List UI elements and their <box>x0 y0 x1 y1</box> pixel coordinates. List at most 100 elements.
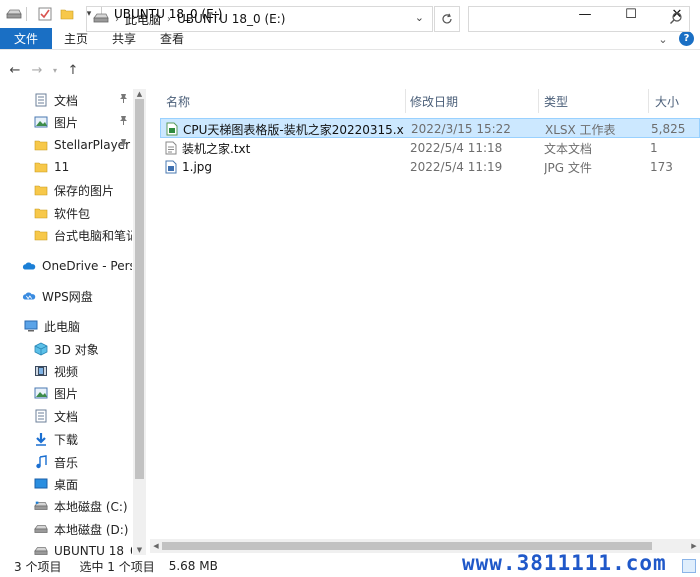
sidebar-item-label: 本地磁盘 (C:) <box>54 499 128 514</box>
file-size: 173 <box>650 158 700 176</box>
xlsx-file-icon <box>166 122 178 136</box>
navigation-bar: ← → ▾ ↑ <box>0 51 700 89</box>
sidebar-item[interactable]: 图片 <box>0 111 132 133</box>
column-header-date[interactable]: 修改日期 <box>410 89 538 113</box>
sidebar-item[interactable]: 3D 对象 <box>0 338 132 360</box>
breadcrumb-drive[interactable]: UBUNTU 18_0 (E:) <box>177 12 285 26</box>
sidebar-item-label: 下载 <box>54 432 79 447</box>
file-name: 1.jpg <box>182 160 213 174</box>
sidebar-item[interactable]: 台式电脑和笔记 <box>0 224 132 246</box>
sidebar-item[interactable]: OneDrive - Perso <box>0 255 132 277</box>
sidebar-item-label: 文档 <box>54 93 79 108</box>
column-header-size[interactable]: 大小 <box>655 89 700 113</box>
properties-icon[interactable] <box>37 6 53 22</box>
pin-icon <box>119 115 128 128</box>
column-divider[interactable] <box>648 89 649 113</box>
sidebar-item[interactable]: 保存的图片 <box>0 179 132 201</box>
onedrive-icon <box>22 259 36 273</box>
file-name: 装机之家.txt <box>182 141 251 156</box>
image-file-icon <box>165 160 177 174</box>
chevron-right-icon[interactable]: › <box>167 14 171 25</box>
documents-icon <box>34 93 48 107</box>
sidebar-item[interactable]: UBUNTU 18_0 ( <box>0 540 132 555</box>
sidebar-item[interactable]: 本地磁盘 (C:) <box>0 495 132 517</box>
sidebar-item[interactable]: WPS网盘 <box>0 285 132 307</box>
sidebar-item[interactable]: 桌面 <box>0 473 132 495</box>
forward-arrow-icon[interactable]: → <box>26 59 48 81</box>
watermark: www.3811111.com <box>462 551 667 575</box>
file-size-value: 5,825 <box>651 122 686 136</box>
scrollbar-thumb[interactable] <box>135 99 144 479</box>
file-name-cell: 1.jpg <box>165 158 403 176</box>
3d-objects-icon <box>34 342 48 356</box>
sidebar-item[interactable]: 本地磁盘 (D:) <box>0 518 132 540</box>
sidebar-item[interactable]: 11 <box>0 156 132 178</box>
folder-icon <box>34 183 48 197</box>
sidebar-item-label: 此电脑 <box>44 319 81 334</box>
column-header-type[interactable]: 类型 <box>544 89 648 113</box>
chevron-down-icon[interactable]: ⌄ <box>415 11 424 24</box>
drive-icon <box>6 6 22 22</box>
scroll-right-icon[interactable]: ▶ <box>688 539 700 553</box>
videos-icon <box>34 364 48 378</box>
file-name-cell: CPU天梯图表格版-装机之家20220315.x... <box>166 120 404 138</box>
pin-icon <box>119 93 128 106</box>
status-selection: 选中 1 个项目 <box>79 559 155 574</box>
chevron-right-icon[interactable]: › <box>115 14 119 25</box>
file-type: 文本文档 <box>544 141 593 156</box>
column-divider[interactable] <box>538 89 539 113</box>
sidebar-item[interactable]: 文档 <box>0 89 132 111</box>
refresh-button[interactable] <box>434 6 460 32</box>
file-type: JPG 文件 <box>544 160 592 175</box>
windows-drive-icon <box>34 499 48 513</box>
file-row[interactable]: CPU天梯图表格版-装机之家20220315.x... 2022/3/15 15:… <box>160 118 700 138</box>
folder-icon <box>34 160 48 174</box>
folder-icon <box>34 138 48 152</box>
file-row[interactable]: 装机之家.txt 2022/5/4 11:18 文本文档 1 <box>160 138 700 158</box>
text-file-icon <box>165 141 177 155</box>
folder-icon <box>34 206 48 220</box>
file-name: CPU天梯图表格版-装机之家20220315.x... <box>183 122 404 137</box>
column-header-name[interactable]: 名称 <box>166 89 406 113</box>
address-bar[interactable]: › 此电脑 › UBUNTU 18_0 (E:) ⌄ <box>86 6 433 32</box>
sidebar-item[interactable]: 软件包 <box>0 202 132 224</box>
sidebar-item[interactable]: 音乐 <box>0 451 132 473</box>
tab-file[interactable]: 文件 <box>0 28 52 49</box>
details-view-icon[interactable] <box>682 559 696 573</box>
downloads-icon <box>34 432 48 446</box>
sidebar-item-label: 台式电脑和笔记 <box>54 228 132 243</box>
sidebar-item[interactable]: 此电脑 <box>0 315 132 337</box>
file-size-value: 1 <box>650 141 658 155</box>
column-divider[interactable] <box>405 89 406 113</box>
sidebar-item-label: 3D 对象 <box>54 342 99 357</box>
sidebar-item[interactable]: 图片 <box>0 382 132 404</box>
file-date: 2022/5/4 11:19 <box>410 160 503 174</box>
folder-icon <box>34 228 48 242</box>
back-arrow-icon[interactable]: ← <box>4 59 26 81</box>
sidebar-item-label: 本地磁盘 (D:) <box>54 522 129 537</box>
sidebar-item[interactable]: 视频 <box>0 360 132 382</box>
file-row[interactable]: 1.jpg 2022/5/4 11:19 JPG 文件 173 <box>160 157 700 177</box>
scroll-left-icon[interactable]: ◀ <box>150 539 162 553</box>
scroll-up-icon[interactable]: ▲ <box>133 89 146 99</box>
new-folder-icon[interactable] <box>59 6 75 22</box>
recent-locations-icon[interactable]: ▾ <box>48 59 62 81</box>
search-input[interactable] <box>468 6 690 32</box>
file-type: XLSX 工作表 <box>545 122 616 137</box>
sidebar-item[interactable]: StellarPlayer <box>0 134 132 156</box>
file-size-value: 173 <box>650 160 673 174</box>
help-icon[interactable]: ? <box>679 31 694 46</box>
quick-access-divider <box>26 7 27 21</box>
status-size: 5.68 MB <box>168 559 218 573</box>
file-name-cell: 装机之家.txt <box>165 139 403 157</box>
sort-ascending-icon: ⌃ <box>278 89 286 96</box>
sidebar-item[interactable]: 下载 <box>0 428 132 450</box>
scrollbar-thumb[interactable] <box>162 542 652 550</box>
sidebar-scrollbar[interactable]: ▲ ▼ <box>133 89 146 555</box>
documents-icon <box>34 409 48 423</box>
sidebar-item[interactable]: 文档 <box>0 405 132 427</box>
scroll-down-icon[interactable]: ▼ <box>133 545 146 555</box>
breadcrumb-this-pc[interactable]: 此电脑 <box>125 11 161 28</box>
expand-ribbon-icon[interactable]: ⌄ <box>655 31 671 47</box>
up-arrow-icon[interactable]: ↑ <box>62 59 84 81</box>
